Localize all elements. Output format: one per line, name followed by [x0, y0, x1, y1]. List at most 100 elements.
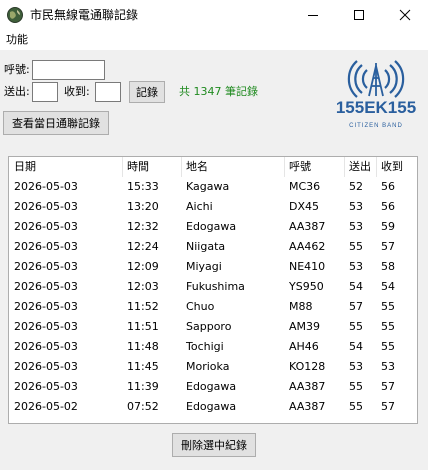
- cell-sent: 53: [349, 220, 363, 233]
- cell-date: 2026-05-03: [14, 300, 78, 313]
- cell-received: 58: [381, 260, 395, 273]
- table-row[interactable]: 2026-05-03 12:03 Fukushima YS950 54 54: [9, 277, 417, 297]
- column-header-received[interactable]: 收到: [381, 159, 403, 175]
- cell-sent: 55: [349, 380, 363, 393]
- cell-location: Sapporo: [186, 320, 232, 333]
- title-bar: 市民無線電通聯記錄: [0, 0, 428, 30]
- table-row[interactable]: 2026-05-03 15:33 Kagawa MC36 52 56: [9, 177, 417, 197]
- cell-time: 11:51: [127, 320, 159, 333]
- cell-time: 12:03: [127, 280, 159, 293]
- cell-date: 2026-05-02: [14, 400, 78, 413]
- cell-location: Aichi: [186, 200, 213, 213]
- cell-location: Edogawa: [186, 380, 237, 393]
- cell-sent: 55: [349, 240, 363, 253]
- cell-date: 2026-05-03: [14, 260, 78, 273]
- received-label: 收到:: [64, 85, 90, 98]
- minimize-button[interactable]: [290, 0, 336, 30]
- table-row[interactable]: 2026-05-02 07:52 Edogawa AA387 55 57: [9, 397, 417, 417]
- record-count-text: 共 1347 筆記錄: [179, 85, 258, 98]
- column-divider[interactable]: [344, 157, 345, 177]
- cell-time: 12:09: [127, 260, 159, 273]
- cell-callsign: AA387: [289, 220, 326, 233]
- column-header-location[interactable]: 地名: [186, 159, 208, 175]
- delete-selected-button[interactable]: 刪除選中紀錄: [172, 433, 256, 457]
- close-icon: [399, 9, 411, 21]
- cell-sent: 54: [349, 340, 363, 353]
- cell-callsign: AM39: [289, 320, 321, 333]
- minimize-icon: [308, 15, 318, 16]
- cell-time: 11:45: [127, 360, 159, 373]
- cell-sent: 55: [349, 400, 363, 413]
- callsign-input[interactable]: [32, 60, 105, 80]
- cell-callsign: AA387: [289, 400, 326, 413]
- cell-received: 54: [381, 280, 395, 293]
- cell-location: Kagawa: [186, 180, 230, 193]
- cell-location: Tochigi: [186, 340, 224, 353]
- cell-received: 57: [381, 380, 395, 393]
- table-row[interactable]: 2026-05-03 11:52 Chuo M88 57 55: [9, 297, 417, 317]
- cell-date: 2026-05-03: [14, 240, 78, 253]
- cell-sent: 53: [349, 360, 363, 373]
- antenna-tower-icon: [368, 63, 384, 97]
- cell-received: 55: [381, 300, 395, 313]
- table-row[interactable]: 2026-05-03 12:24 Niigata AA462 55 57: [9, 237, 417, 257]
- cell-location: Edogawa: [186, 220, 237, 233]
- cell-date: 2026-05-03: [14, 340, 78, 353]
- cell-received: 56: [381, 180, 395, 193]
- column-header-callsign[interactable]: 呼號: [289, 159, 311, 175]
- cell-sent: 53: [349, 260, 363, 273]
- cell-sent: 55: [349, 320, 363, 333]
- table-header-row: 日期 時間 地名 呼號 送出 收到: [9, 157, 417, 177]
- sent-label: 送出:: [4, 85, 30, 98]
- cell-received: 59: [381, 220, 395, 233]
- menu-bar: 功能: [0, 30, 428, 51]
- record-button[interactable]: 記錄: [129, 81, 165, 103]
- column-header-time[interactable]: 時間: [127, 159, 149, 175]
- cell-date: 2026-05-03: [14, 280, 78, 293]
- table-row[interactable]: 2026-05-03 13:20 Aichi DX45 53 56: [9, 197, 417, 217]
- table-row[interactable]: 2026-05-03 12:32 Edogawa AA387 53 59: [9, 217, 417, 237]
- cell-received: 55: [381, 320, 395, 333]
- cell-sent: 52: [349, 180, 363, 193]
- cell-callsign: DX45: [289, 200, 320, 213]
- cell-callsign: YS950: [289, 280, 324, 293]
- window-title: 市民無線電通聯記錄: [30, 8, 139, 22]
- cell-callsign: KO128: [289, 360, 326, 373]
- cell-location: Miyagi: [186, 260, 222, 273]
- column-header-date[interactable]: 日期: [14, 159, 36, 175]
- maximize-icon: [354, 10, 364, 20]
- table-row[interactable]: 2026-05-03 11:45 Morioka KO128 53 53: [9, 357, 417, 377]
- column-header-sent[interactable]: 送出: [349, 159, 371, 175]
- table-row[interactable]: 2026-05-03 12:09 Miyagi NE410 53 58: [9, 257, 417, 277]
- cell-sent: 53: [349, 200, 363, 213]
- citizen-band-logo: 155EK155 CITIZEN BAND: [336, 60, 416, 129]
- cell-date: 2026-05-03: [14, 200, 78, 213]
- cell-received: 53: [381, 360, 395, 373]
- column-divider[interactable]: [181, 157, 182, 177]
- menu-item-functions[interactable]: 功能: [6, 32, 28, 48]
- cell-location: Chuo: [186, 300, 215, 313]
- cell-date: 2026-05-03: [14, 220, 78, 233]
- logo-callsign-text: 155EK155: [336, 98, 416, 117]
- column-divider[interactable]: [284, 157, 285, 177]
- table-row[interactable]: 2026-05-03 11:39 Edogawa AA387 55 57: [9, 377, 417, 397]
- column-divider[interactable]: [122, 157, 123, 177]
- logo-band-text: CITIZEN BAND: [349, 123, 403, 129]
- cell-callsign: AA387: [289, 380, 326, 393]
- close-button[interactable]: [382, 0, 428, 30]
- sent-input[interactable]: [32, 82, 58, 102]
- view-today-log-button[interactable]: 查看當日通聯記錄: [3, 111, 109, 135]
- cell-received: 57: [381, 400, 395, 413]
- received-input[interactable]: [95, 82, 121, 102]
- cell-received: 56: [381, 200, 395, 213]
- table-row[interactable]: 2026-05-03 11:51 Sapporo AM39 55 55: [9, 317, 417, 337]
- cell-location: Morioka: [186, 360, 230, 373]
- table-row[interactable]: 2026-05-03 11:48 Tochigi AH46 54 55: [9, 337, 417, 357]
- log-listview[interactable]: 日期 時間 地名 呼號 送出 收到 2026-05-03 15:33 Kagawa M…: [8, 156, 418, 424]
- cell-time: 12:32: [127, 220, 159, 233]
- cell-location: Edogawa: [186, 400, 237, 413]
- cell-date: 2026-05-03: [14, 180, 78, 193]
- column-divider[interactable]: [376, 157, 377, 177]
- app-globe-icon: [7, 7, 23, 23]
- maximize-button[interactable]: [336, 0, 382, 30]
